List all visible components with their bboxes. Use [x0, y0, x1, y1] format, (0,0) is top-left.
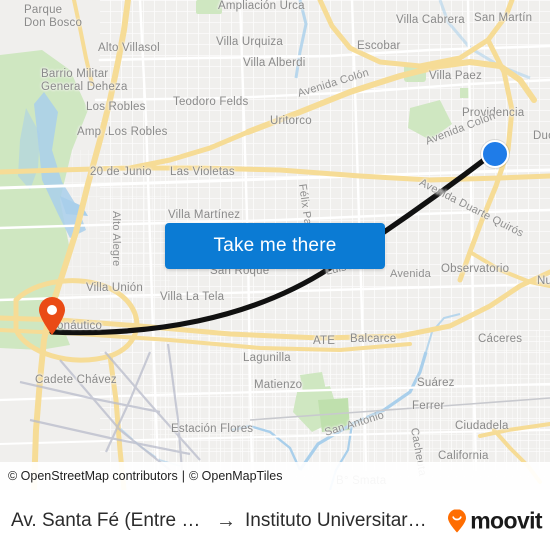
origin-label[interactable]: Av. Santa Fé (Entre Sta. R… — [11, 510, 207, 532]
route-footer-bar: Av. Santa Fé (Entre Sta. R… → Instituto … — [0, 490, 550, 550]
take-me-there-button[interactable]: Take me there — [165, 223, 385, 269]
take-me-there-label: Take me there — [213, 235, 337, 256]
attribution-separator: | — [181, 469, 185, 483]
moovit-wordmark: moovit — [470, 507, 542, 534]
osm-attribution[interactable]: © OpenStreetMap contributors — [0, 469, 178, 483]
openmaptiles-attribution[interactable]: © OpenMapTiles — [189, 469, 283, 483]
moovit-brand[interactable]: moovit — [445, 507, 543, 535]
origin-marker[interactable] — [37, 296, 67, 336]
destination-marker[interactable] — [481, 140, 509, 168]
moovit-pin-icon — [448, 509, 467, 532]
arrow-right-icon: → — [216, 510, 236, 532]
map-attribution: © OpenStreetMap contributors | © OpenMap… — [0, 462, 550, 490]
map-pin-icon — [39, 297, 65, 335]
moovit-route-map-screen: Parque Don Bosco Ampliación Urca Villa Cab… — [0, 0, 550, 550]
destination-label[interactable]: Instituto Universitario … — [245, 510, 430, 532]
map-canvas[interactable]: Parque Don Bosco Ampliación Urca Villa Cab… — [0, 0, 550, 490]
